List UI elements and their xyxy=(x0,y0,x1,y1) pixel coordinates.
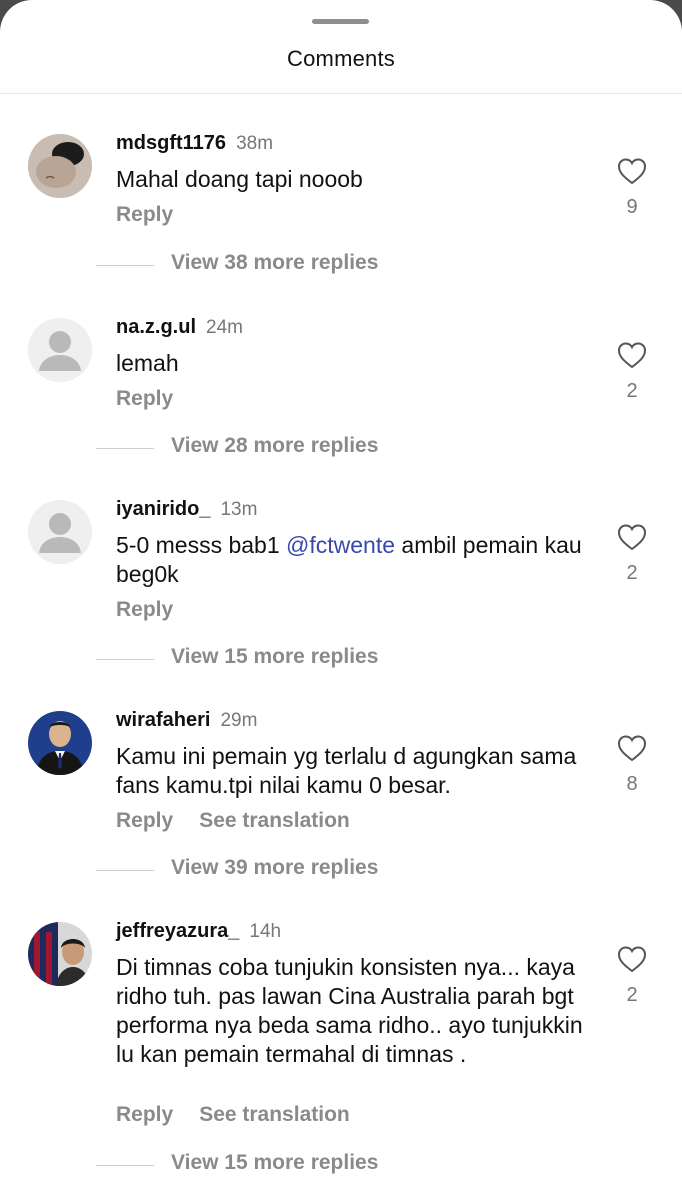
comment-time: 24m xyxy=(206,317,243,338)
replies-divider xyxy=(96,448,154,449)
view-replies-label[interactable]: View 15 more replies xyxy=(171,645,378,669)
avatar[interactable] xyxy=(28,134,92,198)
comment-actions: Reply xyxy=(116,203,199,227)
comment-username[interactable]: wirafaheri 29m xyxy=(116,709,257,732)
heart-icon[interactable] xyxy=(616,522,648,552)
see-translation-button[interactable]: See translation xyxy=(199,809,350,833)
default-person-icon xyxy=(28,318,92,382)
comment-time: 13m xyxy=(220,499,258,520)
heart-icon[interactable] xyxy=(616,944,648,974)
comment-text: Di timnas coba tunjukin konsisten nya...… xyxy=(116,954,583,1067)
page-title: Comments xyxy=(287,46,395,71)
mention-link[interactable]: @fctwente xyxy=(286,532,395,558)
comment-item: mdsgft1176 38m Mahal doang tapi nooob Rep… xyxy=(0,132,682,334)
username-text[interactable]: na.z.g.ul xyxy=(116,316,196,338)
username-text[interactable]: mdsgft1176 xyxy=(116,132,226,154)
reply-button[interactable]: Reply xyxy=(116,598,173,622)
like-button[interactable]: 2 xyxy=(612,944,652,1007)
like-button[interactable]: 8 xyxy=(612,733,652,796)
view-replies-label[interactable]: View 38 more replies xyxy=(171,251,378,275)
view-replies-label[interactable]: View 39 more replies xyxy=(171,856,378,880)
comment-actions: Reply xyxy=(116,598,199,622)
comment-item: jeffreyazura_ 14h Di timnas coba tunjukin… xyxy=(0,920,682,1142)
reply-button[interactable]: Reply xyxy=(116,809,173,833)
comment-time: 38m xyxy=(236,133,274,154)
comment-username[interactable]: iyanirido_ 13m xyxy=(116,498,257,521)
comment-text: 5-0 messs bab1 @fctwente ambil pemain ka… xyxy=(116,531,596,589)
heart-icon[interactable] xyxy=(616,156,648,186)
heart-icon[interactable] xyxy=(616,340,648,370)
like-count: 2 xyxy=(626,380,638,402)
drag-handle[interactable] xyxy=(312,19,369,24)
comment-time: 29m xyxy=(220,710,258,731)
reply-button[interactable]: Reply xyxy=(116,1103,173,1127)
username-text[interactable]: iyanirido_ xyxy=(116,498,210,520)
reply-button[interactable]: Reply xyxy=(116,203,173,227)
comment-actions: Reply See translation xyxy=(116,1103,376,1127)
like-count: 2 xyxy=(626,984,638,1006)
comment-text: Mahal doang tapi nooob xyxy=(116,166,363,192)
like-button[interactable]: 2 xyxy=(612,522,652,585)
comment-username[interactable]: na.z.g.ul 24m xyxy=(116,316,243,339)
comment-username[interactable]: mdsgft1176 38m xyxy=(116,132,273,155)
comment-username[interactable]: jeffreyazura_ 14h xyxy=(116,920,281,943)
see-translation-button[interactable]: See translation xyxy=(199,1103,350,1127)
like-button[interactable]: 9 xyxy=(612,156,652,219)
comment-actions: Reply See translation xyxy=(116,809,376,833)
comment-text-start: 5-0 messs bab1 xyxy=(116,532,287,558)
like-button[interactable]: 2 xyxy=(612,340,652,403)
avatar[interactable] xyxy=(28,922,92,986)
comment-text: Kamu ini pemain yg terlalu d agungkan sa… xyxy=(116,743,577,798)
avatar[interactable] xyxy=(28,318,92,382)
reply-button[interactable]: Reply xyxy=(116,387,173,411)
like-count: 9 xyxy=(626,196,638,218)
replies-divider xyxy=(96,1165,154,1166)
comment-time: 14h xyxy=(249,921,282,942)
username-text[interactable]: wirafaheri xyxy=(116,709,210,731)
comment-text: lemah xyxy=(116,350,179,376)
comments-sheet: Comments mdsgft1176 38m Mahal doang tapi … xyxy=(0,0,682,1200)
comment-actions: Reply xyxy=(116,387,199,411)
comment-item: na.z.g.ul 24m lemah Reply 2 xyxy=(0,316,682,518)
view-replies-label[interactable]: View 28 more replies xyxy=(171,434,378,458)
comment-item: iyanirido_ 13m 5-0 messs bab1 @fctwente a… xyxy=(0,498,682,700)
replies-divider xyxy=(96,265,154,266)
default-person-icon xyxy=(28,500,92,564)
heart-icon[interactable] xyxy=(616,733,648,763)
view-replies-label[interactable]: View 15 more replies xyxy=(171,1151,378,1175)
avatar[interactable] xyxy=(28,500,92,564)
replies-divider xyxy=(96,659,154,660)
comment-item: wirafaheri 29m Kamu ini pemain yg terlalu… xyxy=(0,709,682,911)
like-count: 8 xyxy=(626,773,638,795)
replies-divider xyxy=(96,870,154,871)
username-text[interactable]: jeffreyazura_ xyxy=(116,920,239,942)
avatar[interactable] xyxy=(28,711,92,775)
header-divider xyxy=(0,93,682,94)
like-count: 2 xyxy=(626,562,638,584)
